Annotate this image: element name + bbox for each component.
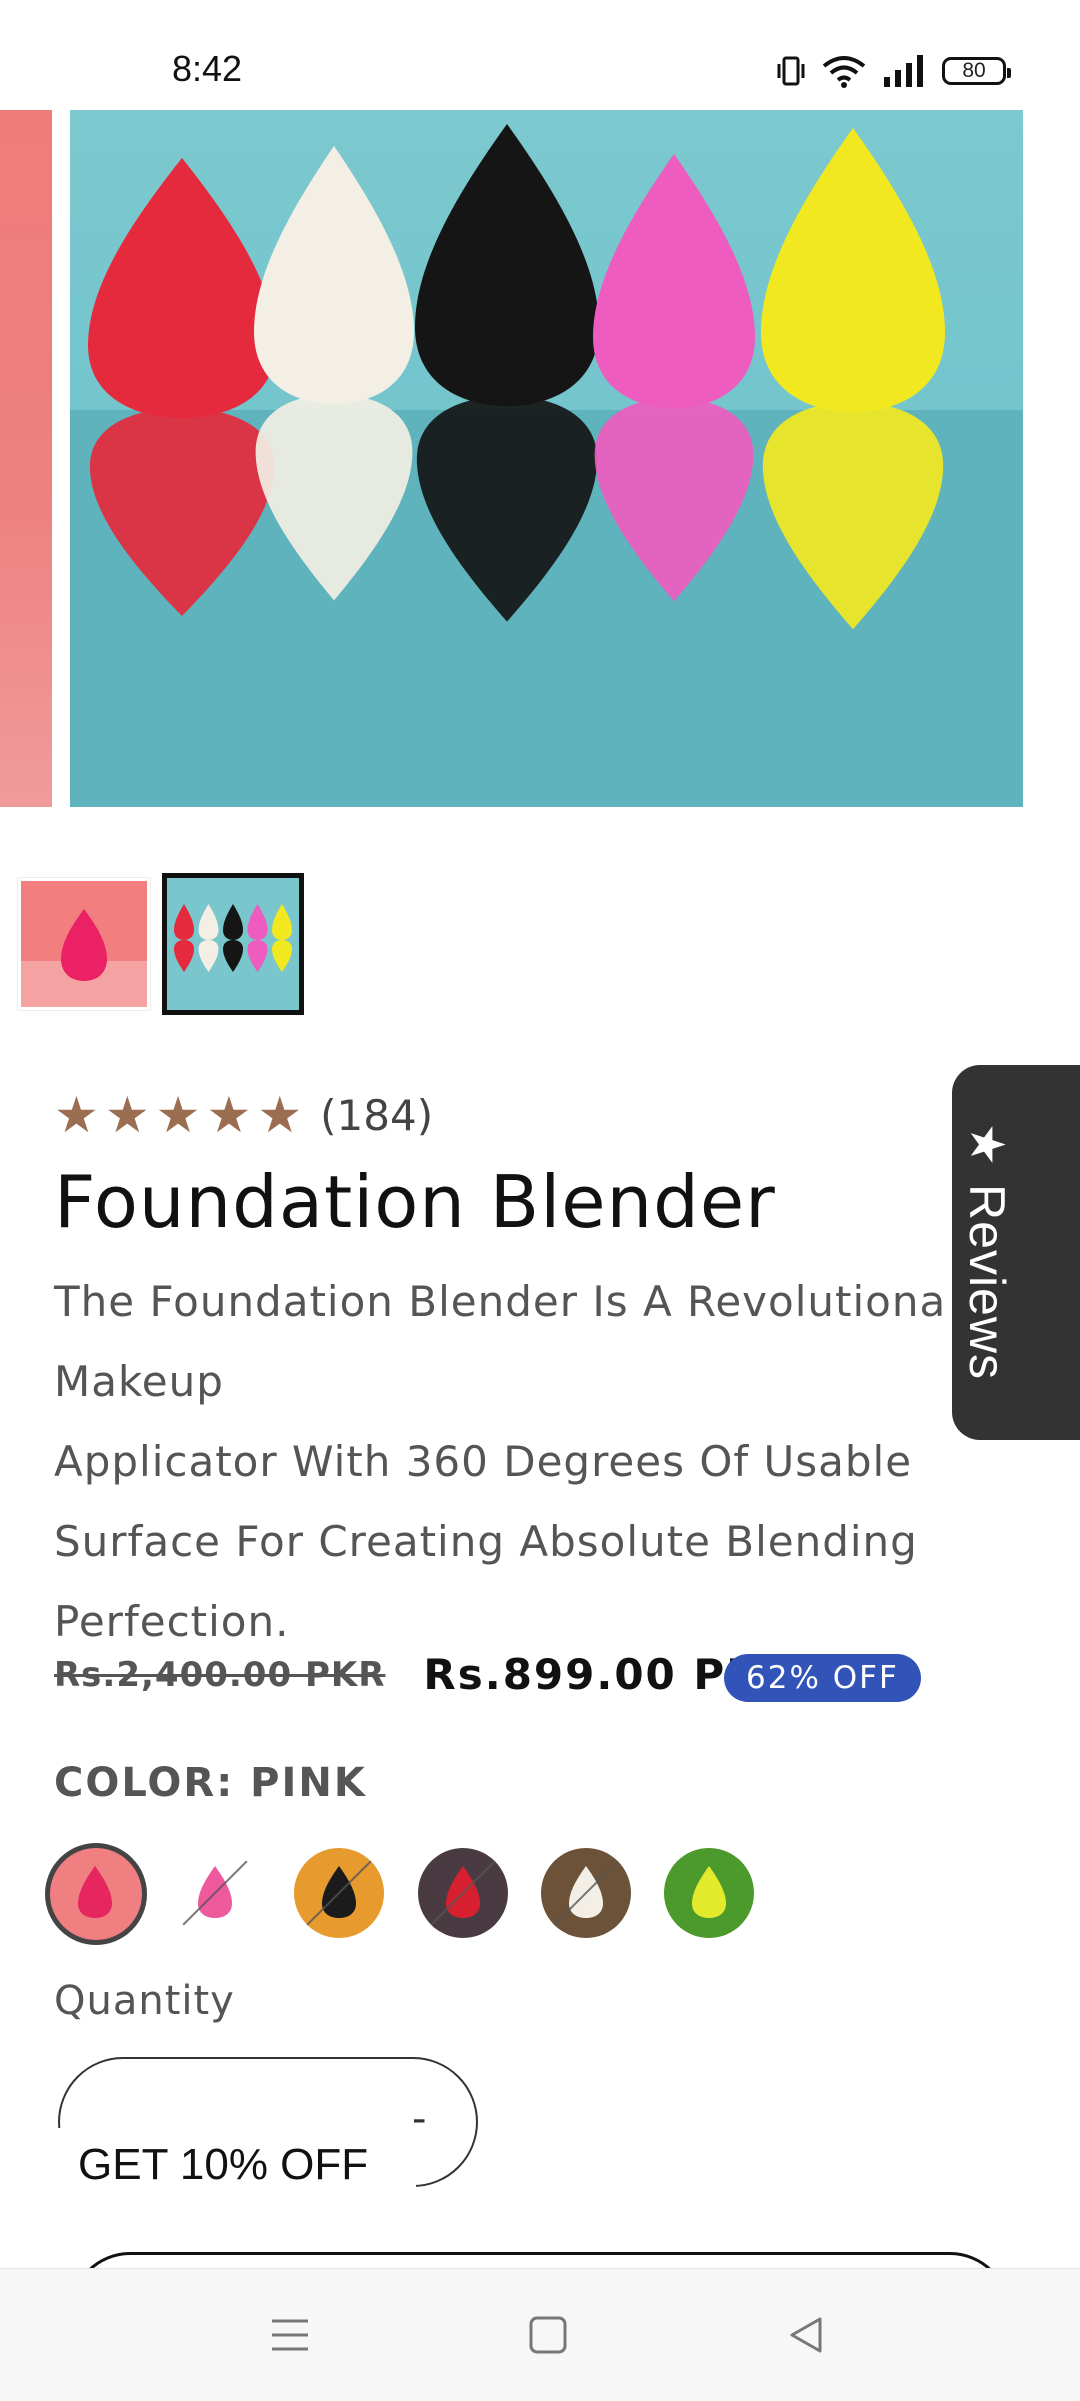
wifi-icon: [822, 56, 866, 88]
star-icon: ★: [104, 1086, 150, 1144]
status-time: 8:42: [172, 48, 243, 89]
color-swatch-5[interactable]: [541, 1848, 631, 1938]
signal-icon: [884, 55, 923, 87]
product-description: The Foundation Blender Is A Revolutiona …: [54, 1262, 1054, 1662]
vibrate-icon: [777, 56, 805, 86]
thumbnail-2-selected[interactable]: [162, 873, 304, 1015]
status-icons: 80: [776, 54, 1011, 88]
color-swatch-4[interactable]: [418, 1848, 508, 1938]
back-icon[interactable]: [782, 2311, 830, 2359]
gallery-previous-image[interactable]: [0, 110, 52, 807]
status-bar: 8:42 80: [0, 0, 1080, 110]
product-rating[interactable]: ★ ★ ★ ★ ★ (184): [54, 1090, 433, 1140]
description-line: Applicator With 360 Degrees Of Usable: [54, 1437, 913, 1486]
color-swatch-3[interactable]: [294, 1848, 384, 1938]
thumbnail-strip: [17, 873, 304, 1015]
thumbnail-1[interactable]: [17, 877, 151, 1011]
star-icon: ★: [257, 1086, 303, 1144]
description-line: Makeup: [54, 1357, 224, 1406]
description-line: The Foundation Blender Is A Revolutiona: [54, 1277, 947, 1326]
rating-count: (184): [320, 1090, 434, 1140]
color-swatch-2[interactable]: [170, 1848, 260, 1938]
price-row: Rs.2,400.00 PKR Rs.899.00 PKR: [54, 1650, 795, 1699]
rating-stars: ★ ★ ★ ★ ★: [54, 1090, 302, 1140]
home-icon[interactable]: [524, 2311, 572, 2359]
get-discount-popup-button[interactable]: GET 10% OFF: [30, 2128, 417, 2204]
system-nav-bar: [0, 2268, 1080, 2401]
color-swatch-1[interactable]: [50, 1848, 142, 1940]
star-icon: ★: [54, 1086, 99, 1144]
compare-price: Rs.2,400.00 PKR: [54, 1654, 386, 1695]
product-main-image[interactable]: [70, 110, 1023, 807]
discount-badge: 62% OFF: [724, 1654, 921, 1702]
quantity-label: Quantity: [54, 1978, 235, 2024]
battery-icon: 80: [942, 57, 1011, 85]
color-label: COLOR: PINK: [54, 1760, 367, 1806]
menu-icon[interactable]: [266, 2311, 314, 2359]
description-line: Surface For Creating Absolute Blending: [54, 1517, 918, 1566]
color-swatch-6[interactable]: [664, 1848, 754, 1938]
star-icon: ★: [206, 1086, 252, 1144]
star-icon: ★: [959, 1123, 1015, 1167]
product-title: Foundation Blender: [54, 1160, 776, 1244]
star-icon: ★: [155, 1086, 201, 1144]
